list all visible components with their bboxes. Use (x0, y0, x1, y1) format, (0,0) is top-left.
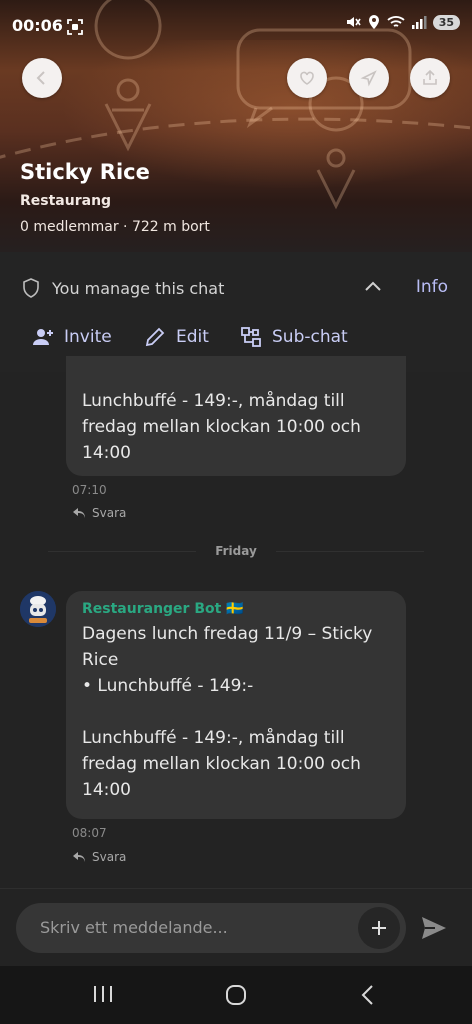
wifi-icon (387, 16, 405, 27)
reply-button[interactable]: Svara (72, 850, 126, 864)
message-bubble[interactable]: Restauranger Bot 🇸🇪 Dagens lunch fredag … (66, 591, 406, 819)
place-meta: 0 medlemmar · 722 m bort (20, 219, 210, 235)
status-icons: 35 (345, 14, 460, 30)
message-composer: Skriv ett meddelande... (0, 888, 472, 967)
reply-icon (73, 508, 85, 518)
pencil-icon (145, 327, 165, 347)
message-bubble[interactable]: Lunchbuffé - 149:-, måndag till fredag m… (66, 356, 406, 476)
status-bar: 00:06 35 (0, 0, 472, 54)
location-icon (368, 15, 379, 29)
chef-robot-icon (20, 591, 56, 627)
message-text: Dagens lunch fredag 11/9 – Sticky Rice •… (82, 624, 373, 800)
message-time: 08:07 (72, 826, 107, 840)
message-text: Lunchbuffé - 149:-, måndag till fredag m… (82, 391, 361, 463)
reply-icon (73, 852, 85, 862)
plus-icon (372, 921, 386, 935)
reply-button[interactable]: Svara (72, 506, 126, 520)
signal-icon (411, 16, 427, 29)
send-icon[interactable] (420, 915, 448, 941)
hierarchy-icon (241, 327, 261, 347)
reply-label: Svara (92, 850, 127, 864)
invite-label: Invite (64, 327, 112, 347)
back-button[interactable] (22, 58, 62, 98)
status-time: 00:06 (12, 16, 63, 35)
attach-button[interactable] (358, 907, 400, 949)
edit-label: Edit (176, 327, 209, 347)
reply-label: Svara (92, 506, 127, 520)
invite-button[interactable]: Invite (32, 326, 112, 348)
favorite-button[interactable] (287, 58, 327, 98)
shield-icon (23, 278, 39, 298)
message-time: 07:10 (72, 483, 107, 497)
mute-icon (346, 17, 361, 27)
manage-status-text: You manage this chat (52, 279, 225, 298)
sub-chat-label: Sub-chat (272, 327, 348, 347)
message-placeholder: Skriv ett meddelande... (40, 918, 228, 937)
back-nav-icon[interactable] (358, 983, 378, 1007)
add-person-icon (33, 329, 53, 345)
place-category: Restaurang (20, 193, 112, 209)
place-header: 00:06 35 Sticky Rice Restaurang 0 medlem… (0, 0, 472, 252)
share-icon (423, 69, 437, 85)
screenshot-icon (67, 19, 83, 35)
manage-panel: You manage this chat Info Invite Edit Su… (0, 252, 472, 372)
place-title: Sticky Rice (20, 160, 150, 184)
home-icon[interactable] (224, 983, 248, 1007)
chevron-up-icon[interactable] (364, 280, 382, 294)
battery-indicator: 35 (432, 14, 460, 30)
navigate-icon (360, 70, 377, 87)
info-link[interactable]: Info (416, 277, 448, 297)
directions-button[interactable] (349, 58, 389, 98)
message-input[interactable]: Skriv ett meddelande... (16, 903, 406, 953)
sender-name: Restauranger Bot 🇸🇪 (82, 601, 244, 617)
day-separator: Friday (196, 544, 276, 558)
system-nav-bar (0, 966, 472, 1024)
recent-apps-icon[interactable] (92, 984, 114, 1004)
bot-avatar[interactable] (20, 591, 56, 627)
edit-button[interactable]: Edit (144, 326, 209, 348)
sub-chat-button[interactable]: Sub-chat (240, 326, 348, 348)
heart-icon (300, 71, 314, 85)
share-button[interactable] (410, 58, 450, 98)
arrow-left-icon (36, 71, 45, 85)
